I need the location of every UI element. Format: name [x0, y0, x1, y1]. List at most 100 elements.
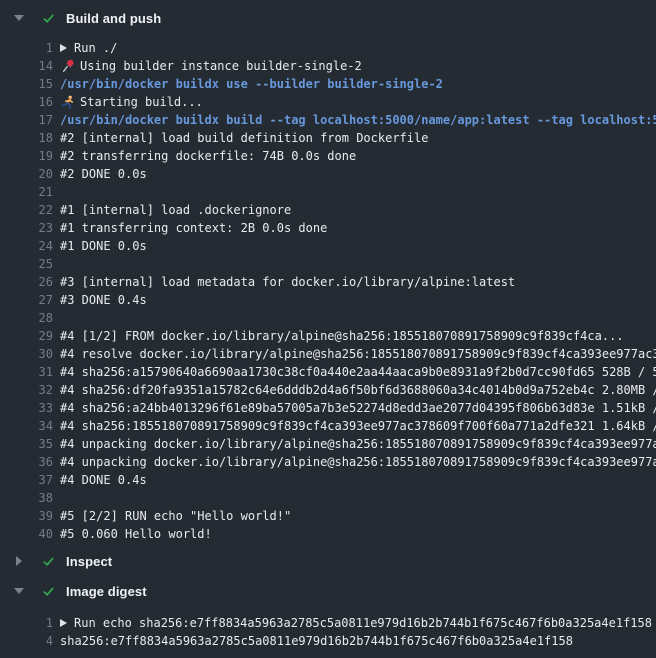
step-log-build-and-push: 1 Run ./ 14 Using builder instance build… [0, 33, 656, 546]
log-message: #3 DONE 0.4s [60, 293, 147, 307]
step-title: Build and push [66, 11, 161, 26]
log-line: 27 #3 DONE 0.4s [0, 291, 656, 309]
step-title: Image digest [66, 584, 147, 599]
log-message: #5 0.060 Hello world! [60, 527, 212, 541]
log-message: Using builder instance builder-single-2 [80, 59, 362, 73]
check-icon [42, 12, 55, 25]
line-number[interactable]: 34 [0, 419, 53, 433]
group-toggle-icon[interactable] [60, 44, 67, 52]
line-number[interactable]: 15 [0, 77, 53, 91]
log-line: 25 [0, 255, 656, 273]
line-number[interactable]: 38 [0, 491, 53, 505]
log-text: /usr/bin/docker buildx use --builder bui… [60, 77, 443, 91]
step-header-inspect[interactable]: Inspect [0, 546, 656, 576]
line-number[interactable]: 22 [0, 203, 53, 217]
log-line: 4 sha256:e7ff8834a5963a2785c5a0811e979d1… [0, 632, 656, 650]
line-number[interactable]: 25 [0, 257, 53, 271]
log-message: /usr/bin/docker buildx use --builder bui… [60, 77, 443, 91]
log-text: #2 [internal] load build definition from… [60, 131, 428, 145]
log-line: 17 /usr/bin/docker buildx build --tag lo… [0, 111, 656, 129]
log-line: 1 Run echo sha256:e7ff8834a5963a2785c5a0… [0, 614, 656, 632]
line-number[interactable]: 18 [0, 131, 53, 145]
log-text: #4 sha256:185518070891758909c9f839cf4ca3… [60, 419, 656, 433]
line-number[interactable]: 31 [0, 365, 53, 379]
line-number[interactable]: 1 [0, 616, 53, 630]
log-line: 30 #4 resolve docker.io/library/alpine@s… [0, 345, 656, 363]
log-text: #3 DONE 0.4s [60, 293, 147, 307]
log-line: 33 #4 sha256:a24bb4013296f61e89ba57005a7… [0, 399, 656, 417]
log-line: 19 #2 transferring dockerfile: 74B 0.0s … [0, 147, 656, 165]
log-line: 22 #1 [internal] load .dockerignore [0, 201, 656, 219]
log-line: 21 [0, 183, 656, 201]
log-line: 28 [0, 309, 656, 327]
line-number[interactable]: 40 [0, 527, 53, 541]
log-text: Using builder instance builder-single-2 [60, 59, 362, 73]
line-number[interactable]: 16 [0, 95, 53, 109]
line-number[interactable]: 23 [0, 221, 53, 235]
line-number[interactable]: 24 [0, 239, 53, 253]
log-text: #3 [internal] load metadata for docker.i… [60, 275, 515, 289]
log-message: #4 DONE 0.4s [60, 473, 147, 487]
line-number[interactable]: 19 [0, 149, 53, 163]
log-line: 23 #1 transferring context: 2B 0.0s done [0, 219, 656, 237]
chevron-down-icon [13, 12, 25, 24]
log-text: #4 sha256:a15790640a6690aa1730c38cf0a440… [60, 365, 656, 379]
line-number[interactable]: 1 [0, 41, 53, 55]
log-message: Run ./ [74, 41, 117, 55]
log-line: 32 #4 sha256:df20fa9351a15782c64e6dddb2d… [0, 381, 656, 399]
line-number[interactable]: 32 [0, 383, 53, 397]
log-message: #2 DONE 0.0s [60, 167, 147, 181]
line-number[interactable]: 27 [0, 293, 53, 307]
group-toggle-icon[interactable] [60, 619, 67, 627]
log-text: #5 [2/2] RUN echo "Hello world!" [60, 509, 291, 523]
log-line: 24 #1 DONE 0.0s [0, 237, 656, 255]
line-number[interactable]: 4 [0, 634, 53, 648]
log-text: /usr/bin/docker buildx build --tag local… [60, 113, 656, 127]
step-header-image-digest[interactable]: Image digest [0, 576, 656, 606]
log-message: /usr/bin/docker buildx build --tag local… [60, 113, 656, 127]
log-line: 18 #2 [internal] load build definition f… [0, 129, 656, 147]
log-message: #4 unpacking docker.io/library/alpine@sh… [60, 437, 656, 451]
line-number[interactable]: 17 [0, 113, 53, 127]
log-text: #4 sha256:df20fa9351a15782c64e6dddb2d4a6… [60, 383, 656, 397]
line-number[interactable]: 35 [0, 437, 53, 451]
log-text: #4 unpacking docker.io/library/alpine@sh… [60, 437, 656, 451]
runner-icon [61, 95, 75, 109]
line-number[interactable]: 30 [0, 347, 53, 361]
log-message: #1 transferring context: 2B 0.0s done [60, 221, 327, 235]
log-text: #2 DONE 0.0s [60, 167, 147, 181]
line-number[interactable]: 33 [0, 401, 53, 415]
log-line: 29 #4 [1/2] FROM docker.io/library/alpin… [0, 327, 656, 345]
log-line: 15 /usr/bin/docker buildx use --builder … [0, 75, 656, 93]
line-number[interactable]: 29 [0, 329, 53, 343]
log-text: #2 transferring dockerfile: 74B 0.0s don… [60, 149, 356, 163]
chevron-right-icon [13, 555, 25, 567]
line-number[interactable]: 28 [0, 311, 53, 325]
line-number[interactable]: 21 [0, 185, 53, 199]
log-line: 20 #2 DONE 0.0s [0, 165, 656, 183]
log-line: 34 #4 sha256:185518070891758909c9f839cf4… [0, 417, 656, 435]
step-header-build-and-push[interactable]: Build and push [0, 3, 656, 33]
log-message: #4 resolve docker.io/library/alpine@sha2… [60, 347, 656, 361]
line-number[interactable]: 37 [0, 473, 53, 487]
pushpin-icon [61, 59, 75, 73]
log-line: 16 Starting build... [0, 93, 656, 111]
log-text: #4 [1/2] FROM docker.io/library/alpine@s… [60, 329, 624, 343]
log-message: #5 [2/2] RUN echo "Hello world!" [60, 509, 291, 523]
log-message: Run echo sha256:e7ff8834a5963a2785c5a081… [74, 616, 652, 630]
line-number[interactable]: 26 [0, 275, 53, 289]
line-number[interactable]: 36 [0, 455, 53, 469]
log-message: #4 sha256:185518070891758909c9f839cf4ca3… [60, 419, 656, 433]
line-number[interactable]: 14 [0, 59, 53, 73]
log-message: #1 DONE 0.0s [60, 239, 147, 253]
log-line: 38 [0, 489, 656, 507]
log-text: #5 0.060 Hello world! [60, 527, 212, 541]
log-line: 36 #4 unpacking docker.io/library/alpine… [0, 453, 656, 471]
log-message: #4 sha256:a24bb4013296f61e89ba57005a7b3e… [60, 401, 656, 415]
line-number[interactable]: 39 [0, 509, 53, 523]
log-text: sha256:e7ff8834a5963a2785c5a0811e979d16b… [60, 634, 573, 648]
step-inspect: Inspect [0, 546, 656, 576]
log-message: #3 [internal] load metadata for docker.i… [60, 275, 515, 289]
log-text: Run echo sha256:e7ff8834a5963a2785c5a081… [60, 616, 652, 630]
line-number[interactable]: 20 [0, 167, 53, 181]
